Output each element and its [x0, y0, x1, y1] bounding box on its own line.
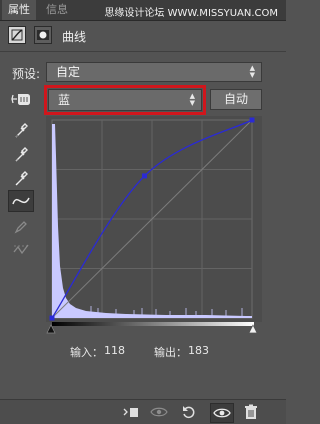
preset-value: 自定	[56, 65, 81, 79]
channel-dropdown[interactable]: 蓝 ▲ ▼	[48, 89, 202, 111]
output-label: 输出：	[154, 346, 187, 359]
reset-icon[interactable]	[180, 403, 198, 421]
white-point-slider-icon[interactable]	[248, 324, 258, 334]
curve-control-point[interactable]	[249, 117, 255, 123]
properties-header: 曲线	[0, 21, 286, 49]
input-label: 输入：	[70, 346, 103, 359]
input-gradient-ramp	[52, 322, 254, 326]
bottom-toolbar	[0, 399, 286, 424]
clip-to-layer-icon[interactable]	[122, 403, 140, 421]
input-output-row: 输入： 118 输出： 183	[0, 344, 286, 360]
dropdown-arrows-icon: ▲ ▼	[249, 63, 255, 79]
channel-value: 蓝	[58, 93, 71, 107]
curve-control-point[interactable]	[49, 315, 55, 321]
dropdown-arrows-icon: ▲ ▼	[189, 91, 195, 107]
eyedropper-white-icon[interactable]	[8, 168, 34, 190]
target-adjust-hand-icon[interactable]	[10, 90, 34, 111]
preset-dropdown[interactable]: 自定 ▲ ▼	[46, 62, 262, 82]
curve-edit-icon[interactable]	[8, 190, 34, 212]
output-value: 183	[188, 344, 209, 357]
preset-label: 预设:	[12, 67, 41, 81]
eyedropper-gray-icon[interactable]	[8, 144, 34, 166]
pencil-icon[interactable]	[8, 216, 34, 238]
divider	[0, 51, 286, 52]
panel-title: 曲线	[62, 30, 87, 44]
watermark-text: 思缘设计论坛 WWW.MISSYUAN.COM	[104, 8, 278, 19]
black-point-slider-icon[interactable]	[46, 324, 56, 334]
curves-adjustment-icon	[8, 26, 26, 44]
smooth-icon[interactable]	[8, 238, 34, 260]
tab-info[interactable]: 信息	[40, 0, 74, 20]
eyedropper-black-icon[interactable]	[8, 120, 34, 142]
visibility-eye-icon[interactable]	[210, 403, 234, 423]
tab-properties[interactable]: 属性	[2, 0, 36, 20]
auto-button[interactable]: 自动	[210, 89, 262, 110]
panel-tab-bar: 属性 信息 思缘设计论坛 WWW.MISSYUAN.COM	[0, 0, 286, 21]
view-previous-state-icon[interactable]	[150, 403, 168, 421]
curve-control-point[interactable]	[142, 173, 148, 179]
mask-icon[interactable]	[34, 26, 52, 44]
trash-icon[interactable]	[242, 403, 260, 421]
input-value: 118	[104, 344, 125, 357]
curves-graph[interactable]	[46, 116, 262, 322]
